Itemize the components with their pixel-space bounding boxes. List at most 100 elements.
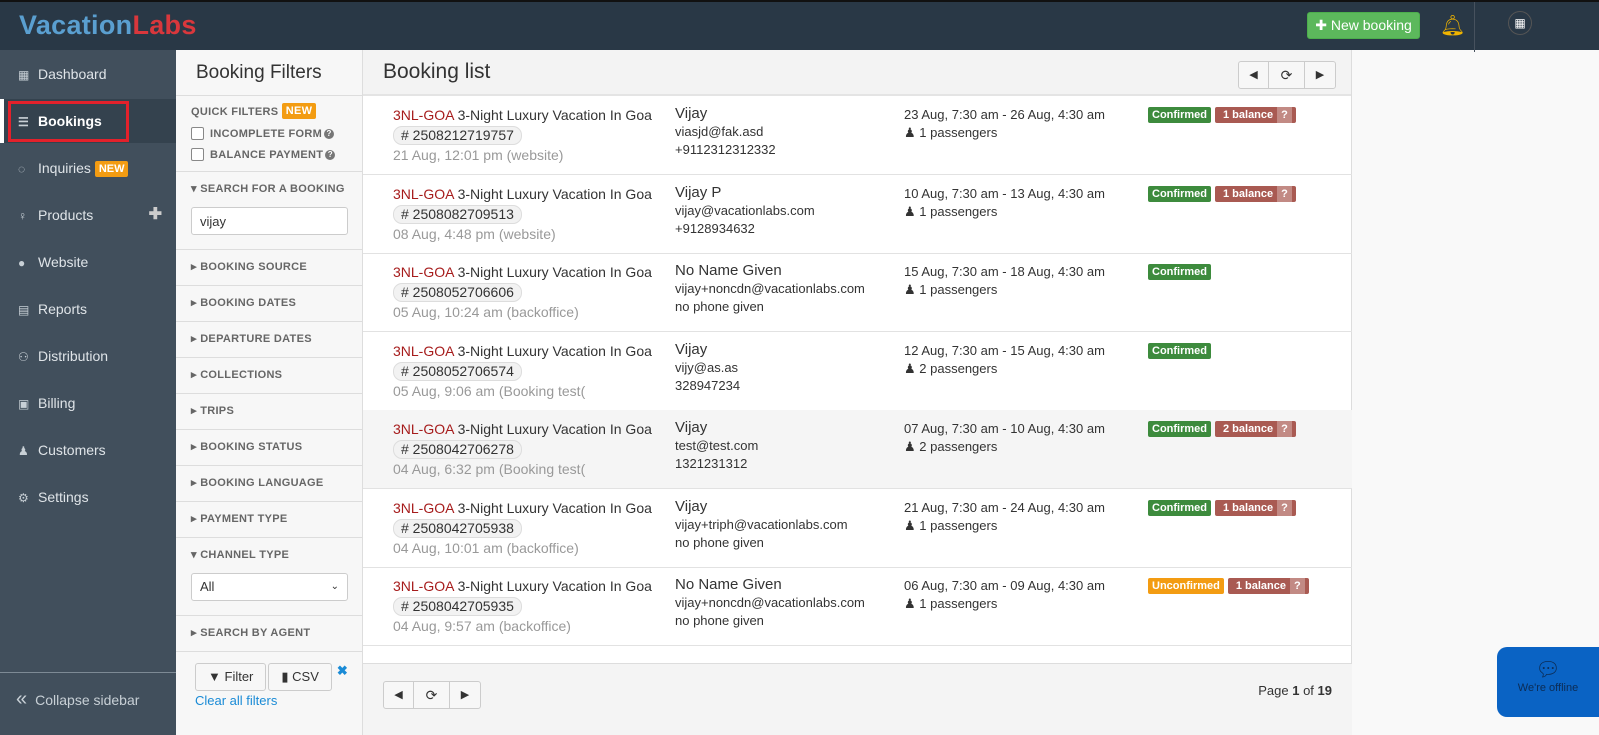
caret-down-icon: ▾ [191,549,201,561]
globe-icon: ● [18,256,26,270]
booking-id[interactable]: # 2508042706278 [393,440,522,459]
balance-badge[interactable]: 1 balance? [1215,107,1296,123]
caret-right-icon: ▸ [191,441,201,453]
filter-section[interactable]: ▸ BOOKING LANGUAGE [176,466,362,502]
sidebar-item-settings[interactable]: ⚙ Settings [0,475,176,519]
next-page-button[interactable]: ▶ [450,682,480,708]
filter-actions: ▼ Filter ▮ CSV ✖ Clear all filters [195,663,348,708]
product-name[interactable]: 3-Night Luxury Vacation In Goa [458,186,652,202]
sidebar-item-distribution[interactable]: ⚇ Distribution [0,334,176,378]
help-icon[interactable]: ? [325,149,336,160]
product-name[interactable]: 3-Night Luxury Vacation In Goa [458,421,652,437]
add-product-icon[interactable]: ✚ [149,193,162,237]
bell-icon[interactable]: 🔔︎ [1440,13,1465,38]
customer-phone: 1321231312 [675,456,748,471]
search-toggle[interactable]: ▾ SEARCH FOR A BOOKING [191,172,347,207]
product-code[interactable]: 3NL-GOA [393,500,454,516]
sidebar-item-website[interactable]: ● Website [0,240,176,284]
customer-name: No Name Given [675,576,782,593]
help-icon[interactable]: ? [1277,185,1292,202]
filter-section[interactable]: ▸ BOOKING SOURCE [176,250,362,286]
table-row[interactable]: 3NL-GOA 3-Night Luxury Vacation In Goa #… [363,567,1352,646]
new-booking-button[interactable]: ✚ New booking [1307,12,1420,39]
product-code[interactable]: 3NL-GOA [393,186,454,202]
filter-section[interactable]: ▸ DEPARTURE DATES [176,322,362,358]
filter-section[interactable]: ▸ PAYMENT TYPE [176,502,362,538]
customer-phone: no phone given [675,613,764,628]
quick-filters: QUICK FILTERS NEW INCOMPLETE FORM? BALAN… [176,96,362,172]
booking-id[interactable]: # 2508042705935 [393,597,522,616]
chat-widget[interactable]: 💬︎ We're offline [1497,647,1599,717]
table-row[interactable]: 3NL-GOA 3-Night Luxury Vacation In Goa #… [363,410,1352,489]
booking-meta: 05 Aug, 9:06 am (Booking test( [393,382,586,399]
avatar[interactable]: ▦ [1508,11,1532,35]
filter-section[interactable]: ▸ COLLECTIONS [176,358,362,394]
search-input[interactable] [191,207,348,235]
product-name[interactable]: 3-Night Luxury Vacation In Goa [458,343,652,359]
booking-id[interactable]: # 2508052706606 [393,283,522,302]
clear-all-filters-link[interactable]: Clear all filters [195,693,348,708]
sidebar-item-inquiries[interactable]: ◌ Inquiries NEW [0,146,176,190]
booking-id[interactable]: # 2508212719757 [393,126,522,145]
table-row[interactable]: 3NL-GOA 3-Night Luxury Vacation In Goa #… [363,96,1352,175]
customer-email: vijay+noncdn@vacationlabs.com [675,281,865,296]
product-name[interactable]: 3-Night Luxury Vacation In Goa [458,500,652,516]
product-code[interactable]: 3NL-GOA [393,578,454,594]
caret-right-icon: ▸ [191,297,201,309]
sidebar-item-reports[interactable]: ▤ Reports [0,287,176,331]
logo[interactable]: VacationLabs [19,10,197,41]
prev-page-button[interactable]: ◀ [384,682,414,708]
product-name[interactable]: 3-Night Luxury Vacation In Goa [458,264,652,280]
product-code[interactable]: 3NL-GOA [393,264,454,280]
caret-down-icon: ▾ [191,183,201,195]
close-icon[interactable]: ✖ [337,663,348,678]
help-icon[interactable]: ? [1277,499,1292,516]
product-name[interactable]: 3-Night Luxury Vacation In Goa [458,578,652,594]
balance-badge[interactable]: 1 balance? [1215,185,1296,202]
product-code[interactable]: 3NL-GOA [393,107,454,123]
filter-section[interactable]: ▸ TRIPS [176,394,362,430]
prev-page-button[interactable]: ◀ [1239,62,1269,88]
booking-id[interactable]: # 2508082709513 [393,204,522,224]
balance-badge[interactable]: 2 balance? [1215,421,1296,437]
report-icon: ▤ [18,303,30,317]
status-badge: Confirmed [1148,342,1211,359]
table-row[interactable]: 3NL-GOA 3-Night Luxury Vacation In Goa #… [363,332,1352,411]
refresh-button[interactable]: ⟳ [1269,62,1305,88]
product-code[interactable]: 3NL-GOA [393,343,454,359]
table-row[interactable]: 3NL-GOA 3-Night Luxury Vacation In Goa #… [363,175,1352,254]
help-icon[interactable]: ? [1289,578,1305,594]
sidebar-item-customers[interactable]: ♟ Customers [0,428,176,472]
collapse-sidebar-button[interactable]: «Collapse sidebar [0,672,176,735]
refresh-button[interactable]: ⟳ [414,682,450,708]
customer-email: vijay+triph@vacationlabs.com [675,516,848,532]
table-row[interactable]: 3NL-GOA 3-Night Luxury Vacation In Goa #… [363,253,1352,332]
status-badge: Confirmed [1148,421,1211,437]
table-row[interactable]: 3NL-GOA 3-Night Luxury Vacation In Goa #… [363,489,1352,568]
booking-meta: 04 Aug, 10:01 am (backoffice) [393,539,579,556]
booking-id[interactable]: # 2508052706574 [393,361,522,381]
channel-type-select[interactable]: All ⌄ [191,573,348,601]
booking-id[interactable]: # 2508042705938 [393,518,522,538]
plus-icon: ✚ [1315,17,1331,33]
sidebar-item-dashboard[interactable]: ▦ Dashboard [0,52,176,96]
product-name[interactable]: 3-Night Luxury Vacation In Goa [458,107,652,123]
passenger-count: 1 passengers [919,282,998,297]
next-page-button[interactable]: ▶ [1305,62,1335,88]
search-by-agent-section[interactable]: ▸ SEARCH BY AGENT [176,616,362,652]
incomplete-form-checkbox[interactable]: INCOMPLETE FORM? [191,127,347,140]
help-icon[interactable]: ? [1277,107,1292,123]
balance-badge[interactable]: 1 balance? [1227,578,1309,594]
csv-button[interactable]: ▮ CSV [268,663,332,691]
filter-section[interactable]: ▸ BOOKING STATUS [176,430,362,466]
balance-payment-checkbox[interactable]: BALANCE PAYMENT? [191,148,347,161]
sidebar-item-billing[interactable]: ▣ Billing [0,381,176,425]
filter-button[interactable]: ▼ Filter [195,663,267,691]
sidebar-item-products[interactable]: ♀ Products ✚ [0,193,176,237]
gear-icon: ⚙ [18,491,29,505]
help-icon[interactable]: ? [324,128,335,139]
balance-badge[interactable]: 1 balance? [1215,499,1296,516]
filter-section[interactable]: ▸ BOOKING DATES [176,286,362,322]
product-code[interactable]: 3NL-GOA [393,421,454,437]
help-icon[interactable]: ? [1277,421,1292,437]
